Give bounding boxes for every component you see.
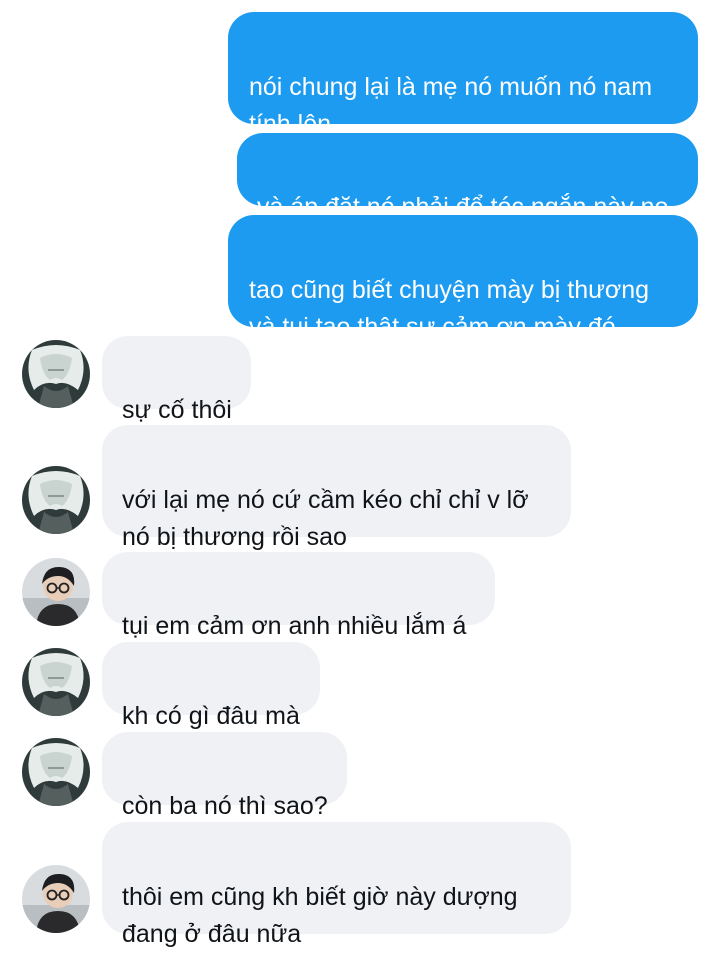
incoming-message-bubble[interactable]: tụi em cảm ơn anh nhiều lắm á — [102, 552, 495, 640]
message-text: còn ba nó thì sao? — [122, 792, 328, 820]
incoming-message-bubble[interactable]: sự cố thôi — [102, 336, 251, 424]
message-text: kh có gì đâu mà — [122, 702, 300, 730]
message-text: nói chung lại là mẹ nó muốn nó nam tính … — [249, 73, 653, 138]
glasses-boy-avatar[interactable] — [22, 558, 90, 626]
message-text: với lại mẹ nó cứ cầm kéo chỉ chỉ v lỡ nó… — [122, 486, 529, 551]
white-hair-avatar[interactable] — [22, 738, 90, 806]
incoming-message-bubble[interactable]: thôi em cũng kh biết giờ này dượng đang … — [102, 822, 571, 948]
outgoing-message-bubble[interactable]: và áp đặt nó phải để tóc ngắn này nọ — [237, 133, 698, 221]
incoming-message-bubble[interactable]: còn ba nó thì sao? — [102, 732, 347, 820]
outgoing-message-bubble[interactable]: tao cũng biết chuyện mày bị thương và tụ… — [228, 215, 698, 341]
chat-thread: nói chung lại là mẹ nó muốn nó nam tính … — [0, 0, 720, 948]
message-text: tụi em cảm ơn anh nhiều lắm á — [122, 612, 467, 640]
white-hair-avatar[interactable] — [22, 340, 90, 408]
message-text: tao cũng biết chuyện mày bị thương và tụ… — [249, 276, 650, 341]
white-hair-avatar[interactable] — [22, 466, 90, 534]
incoming-message-bubble[interactable]: kh có gì đâu mà — [102, 642, 320, 730]
message-text: thôi em cũng kh biết giờ này dượng đang … — [122, 883, 518, 948]
outgoing-message-bubble[interactable]: nói chung lại là mẹ nó muốn nó nam tính … — [228, 12, 698, 138]
glasses-boy-avatar[interactable] — [22, 865, 90, 933]
message-text: sự cố thôi — [122, 396, 232, 424]
incoming-message-bubble[interactable]: với lại mẹ nó cứ cầm kéo chỉ chỉ v lỡ nó… — [102, 425, 571, 551]
white-hair-avatar[interactable] — [22, 648, 90, 716]
